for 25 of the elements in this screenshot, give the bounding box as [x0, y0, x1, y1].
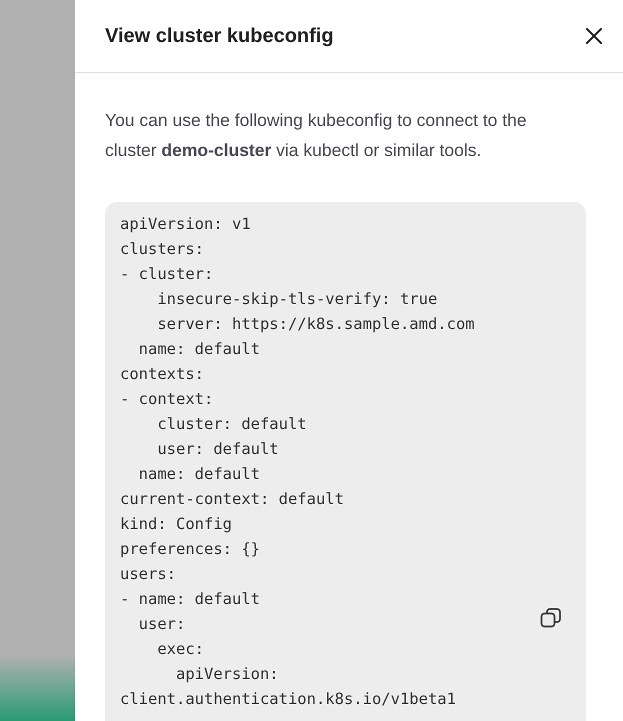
code-line: users: [120, 564, 176, 585]
code-line: preferences: {} [120, 539, 260, 560]
code-line: contexts: [120, 364, 204, 385]
code-line: - cluster: [120, 264, 214, 285]
code-line: name: default [138, 339, 260, 360]
close-icon [585, 27, 603, 45]
code-line: apiVersion: v1 [120, 214, 251, 235]
code-line: cluster: default [156, 414, 307, 435]
code-line: clusters: [120, 239, 204, 260]
code-line: name: default [138, 464, 260, 485]
code-line: user: default [156, 439, 279, 460]
code-line: insecure-skip-tls-verify: true [156, 289, 438, 310]
code-line: - context: [120, 389, 214, 410]
copy-icon [540, 607, 562, 629]
code-line: client.authentication.k8s.io/v1beta1 [120, 689, 456, 710]
code-line: apiVersion: [174, 664, 279, 685]
code-line: exec: [156, 639, 204, 660]
dialog-title: View cluster kubeconfig [105, 24, 334, 49]
code-line: server: https://k8s.sample.amd.com [156, 314, 475, 335]
description-text: You can use the following kubeconfig to connect to the cluster demo-cluster via kubectl or similar tools. [105, 109, 528, 162]
code-line: user: [138, 614, 186, 635]
copy-button[interactable] [540, 607, 562, 629]
code-line: current-context: default [120, 489, 344, 510]
code-line: kind: Config [120, 514, 232, 535]
code-line: - name: default [120, 589, 260, 610]
